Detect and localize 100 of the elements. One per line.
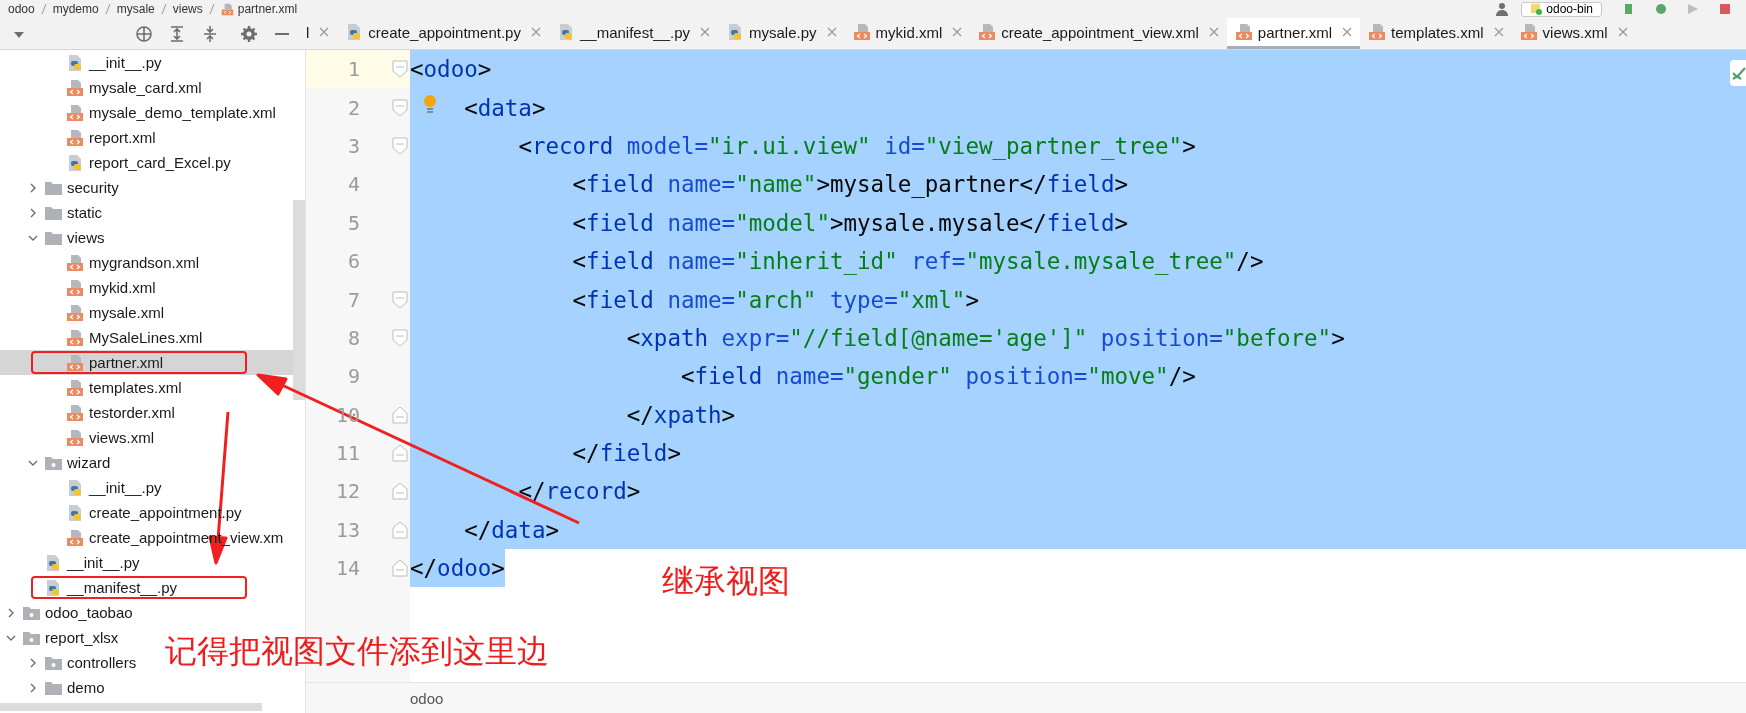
settings-icon[interactable] bbox=[240, 24, 258, 43]
tree-item[interactable]: mygrandson.xml bbox=[89, 254, 200, 271]
run-config-dropdown[interactable]: odoo-bin bbox=[1521, 1, 1602, 17]
tree-item[interactable]: security bbox=[67, 179, 119, 196]
folder-icon bbox=[44, 179, 63, 196]
editor-tab[interactable]: l bbox=[306, 18, 338, 49]
close-icon[interactable] bbox=[700, 27, 711, 37]
tree-item[interactable]: partner.xml bbox=[89, 354, 164, 371]
close-icon[interactable] bbox=[1493, 27, 1504, 37]
tree-item[interactable]: report_card_Excel.py bbox=[89, 154, 231, 171]
scrollbar[interactable] bbox=[293, 200, 305, 400]
tree-item[interactable]: testorder.xml bbox=[89, 404, 175, 421]
close-icon[interactable] bbox=[826, 27, 837, 37]
fold-marker-icon[interactable] bbox=[392, 520, 408, 539]
fold-marker-icon[interactable] bbox=[392, 290, 408, 309]
xml-file-icon bbox=[66, 328, 84, 347]
xml-file-icon bbox=[66, 378, 84, 397]
close-icon[interactable] bbox=[319, 27, 330, 37]
xml-file-icon bbox=[66, 303, 84, 322]
user-icon[interactable] bbox=[1495, 2, 1510, 16]
line-number: 1 bbox=[346, 57, 360, 82]
fold-marker-icon[interactable] bbox=[392, 405, 408, 424]
editor-tab[interactable]: create_appointment.py bbox=[337, 18, 549, 49]
tree-item[interactable]: mysale_card.xml bbox=[89, 79, 202, 96]
editor-tab[interactable]: mysale.py bbox=[718, 18, 845, 49]
code-line: <field name="arch" type="xml"> bbox=[572, 286, 979, 313]
separator-icon bbox=[160, 3, 167, 15]
python-file-icon bbox=[66, 478, 84, 497]
tree-item[interactable]: demo bbox=[67, 679, 105, 696]
tree-item[interactable]: __manifest__.py bbox=[67, 579, 178, 596]
tree-item[interactable]: mykid.xml bbox=[89, 279, 156, 296]
breadcrumb-item[interactable]: partner.xml bbox=[237, 2, 298, 16]
tree-item[interactable]: report_xlsx bbox=[45, 629, 119, 646]
xml-file-icon bbox=[66, 278, 84, 297]
line-number: 6 bbox=[346, 249, 360, 274]
breadcrumb-item[interactable]: mydemo bbox=[52, 2, 99, 16]
line-number: 5 bbox=[346, 210, 360, 235]
breadcrumb-item[interactable]: mysale bbox=[116, 2, 155, 16]
tree-item[interactable]: __init__.py bbox=[89, 54, 162, 71]
breadcrumb-item[interactable]: views bbox=[172, 2, 203, 16]
editor-tab[interactable]: mykid.xml bbox=[844, 18, 971, 49]
editor-tab[interactable]: __manifest__.py bbox=[548, 18, 719, 49]
collapse-all-icon[interactable] bbox=[201, 24, 219, 43]
line-number: 8 bbox=[346, 325, 360, 350]
xml-file-icon bbox=[66, 253, 84, 272]
tree-item[interactable]: mysale.xml bbox=[89, 304, 164, 321]
tree-item[interactable]: static bbox=[67, 204, 102, 221]
path-bar-item[interactable]: odoo bbox=[410, 689, 444, 707]
close-icon[interactable] bbox=[1208, 27, 1219, 37]
check-icon[interactable] bbox=[1730, 60, 1746, 86]
line-number: 7 bbox=[346, 287, 360, 312]
tree-item[interactable]: __init__.py bbox=[67, 554, 140, 571]
editor-tab[interactable]: create_appointment_view.xml bbox=[970, 18, 1227, 49]
fold-marker-icon[interactable] bbox=[392, 60, 408, 79]
fold-marker-icon[interactable] bbox=[392, 444, 408, 463]
fold-marker-icon[interactable] bbox=[392, 98, 408, 117]
scrollbar[interactable] bbox=[0, 703, 262, 711]
locate-icon[interactable] bbox=[135, 24, 153, 43]
fold-marker-icon[interactable] bbox=[392, 136, 408, 155]
tree-item[interactable]: report.xml bbox=[89, 129, 156, 146]
xml-file-icon bbox=[66, 403, 84, 422]
code-line: <record model="ir.ui.view" id="view_partner_tree"> bbox=[518, 132, 1196, 159]
folder-icon bbox=[44, 204, 63, 221]
close-icon[interactable] bbox=[1617, 27, 1628, 37]
editor-tab[interactable]: partner.xml bbox=[1226, 18, 1361, 49]
tree-item[interactable]: mysale_demo_template.xml bbox=[89, 104, 276, 121]
editor-tab[interactable]: views.xml bbox=[1511, 18, 1636, 49]
close-icon[interactable] bbox=[1342, 27, 1353, 37]
tree-item[interactable]: templates.xml bbox=[89, 379, 182, 396]
code-line: </data> bbox=[464, 516, 559, 543]
fold-marker-icon[interactable] bbox=[392, 559, 408, 578]
code-line: <data> bbox=[464, 94, 546, 121]
python-file-icon bbox=[44, 553, 62, 572]
stop-icon[interactable] bbox=[1718, 2, 1732, 16]
tree-item[interactable]: __init__.py bbox=[89, 479, 162, 496]
separator-icon bbox=[208, 3, 215, 15]
fold-marker-icon[interactable] bbox=[392, 328, 408, 347]
code-line: <odoo> bbox=[410, 56, 492, 83]
xml-file-icon bbox=[66, 353, 84, 372]
tree-item[interactable]: odoo_taobao bbox=[45, 604, 133, 621]
tree-item[interactable]: MySaleLines.xml bbox=[89, 329, 203, 346]
fold-marker-icon[interactable] bbox=[392, 482, 408, 501]
line-number: 11 bbox=[334, 441, 360, 466]
tree-item[interactable]: views bbox=[67, 229, 105, 246]
expand-all-icon[interactable] bbox=[168, 24, 186, 43]
python-file-icon bbox=[66, 53, 84, 72]
tree-item[interactable]: controllers bbox=[67, 654, 137, 671]
line-number: 3 bbox=[346, 133, 360, 158]
tree-item[interactable]: views.xml bbox=[89, 429, 154, 446]
folder-icon bbox=[44, 229, 63, 246]
folder-icon bbox=[22, 629, 41, 646]
tree-item[interactable]: wizard bbox=[67, 454, 111, 471]
close-icon[interactable] bbox=[530, 27, 541, 37]
editor-tab[interactable]: templates.xml bbox=[1360, 18, 1512, 49]
xml-file-icon bbox=[1234, 23, 1253, 41]
folder-icon bbox=[44, 679, 63, 696]
run-config-icon bbox=[1530, 3, 1543, 15]
xml-file-icon bbox=[66, 528, 84, 547]
breadcrumb-item[interactable]: odoo bbox=[8, 2, 35, 16]
close-icon[interactable] bbox=[952, 27, 963, 37]
